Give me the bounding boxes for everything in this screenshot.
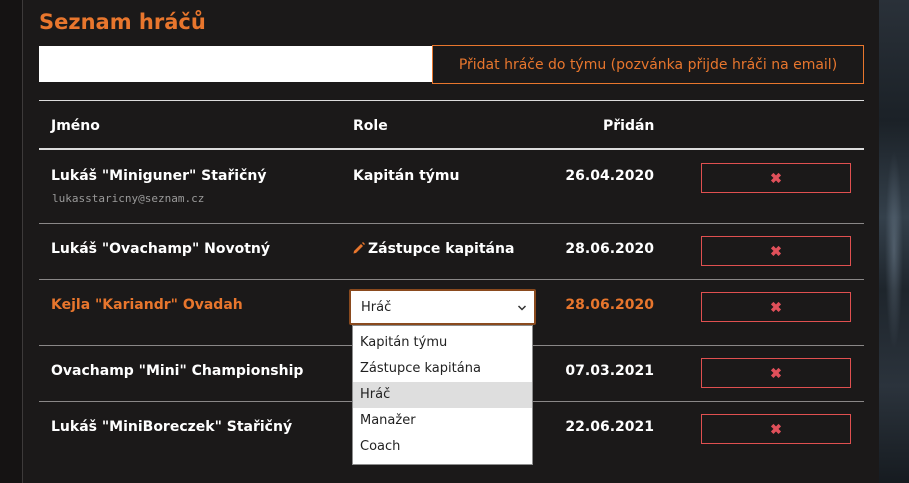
- role-option[interactable]: Manažer: [353, 408, 532, 434]
- close-icon: ✖: [770, 299, 782, 315]
- remove-player-button[interactable]: ✖: [701, 163, 851, 193]
- remove-player-button[interactable]: ✖: [701, 292, 851, 322]
- player-added-date: 07.03.2021: [565, 363, 654, 379]
- player-name: Lukáš "Miniguner" Stařičný: [51, 168, 267, 184]
- close-icon: ✖: [770, 365, 782, 381]
- close-icon: ✖: [770, 170, 782, 186]
- role-option-selected[interactable]: Hráč: [353, 382, 532, 408]
- left-panel-edge: [0, 0, 23, 483]
- add-player-form: Přidat hráče do týmu (pozvánka přijde hr…: [39, 45, 864, 84]
- page-title: Seznam hráčů: [39, 10, 206, 34]
- background-image: [879, 0, 909, 483]
- player-added-date: 22.06.2021: [565, 419, 654, 435]
- player-email-input[interactable]: [39, 46, 432, 82]
- remove-player-button[interactable]: ✖: [701, 236, 851, 266]
- player-name: Lukáš "Ovachamp" Novotný: [51, 241, 270, 257]
- divider: [39, 100, 864, 101]
- role-select[interactable]: Hráč: [349, 289, 536, 325]
- role-option[interactable]: Zástupce kapitána: [353, 356, 532, 382]
- pencil-icon[interactable]: [352, 241, 366, 255]
- close-icon: ✖: [770, 421, 782, 437]
- column-header-added: Přidán: [603, 118, 655, 134]
- player-role: Kapitán týmu: [353, 168, 460, 184]
- role-option[interactable]: Kapitán týmu: [353, 330, 532, 356]
- close-icon: ✖: [770, 243, 782, 259]
- player-added-date: 26.04.2020: [565, 168, 654, 184]
- player-role: Zástupce kapitána: [368, 241, 515, 257]
- player-email: lukasstaricny@seznam.cz: [52, 192, 205, 205]
- player-role-editable[interactable]: Zástupce kapitána: [352, 241, 514, 257]
- row-divider: [39, 279, 864, 280]
- player-added-date: 28.06.2020: [565, 241, 654, 257]
- row-divider: [39, 223, 864, 224]
- column-header-role: Role: [353, 118, 388, 134]
- role-option[interactable]: Coach: [353, 434, 532, 460]
- player-name: Lukáš "MiniBoreczek" Stařičný: [51, 419, 293, 435]
- header-divider: [39, 148, 864, 150]
- remove-player-button[interactable]: ✖: [701, 358, 851, 388]
- role-dropdown-list: Kapitán týmu Zástupce kapitána Hráč Mana…: [352, 325, 533, 465]
- remove-player-button[interactable]: ✖: [701, 414, 851, 444]
- role-select-value: Hráč: [361, 300, 392, 315]
- column-header-name: Jméno: [51, 118, 100, 134]
- player-name: Ovachamp "Mini" Championship: [51, 363, 304, 379]
- add-player-button[interactable]: Přidat hráče do týmu (pozvánka přijde hr…: [432, 45, 864, 84]
- player-added-date: 28.06.2020: [565, 297, 654, 313]
- player-name: Kejla "Kariandr" Ovadah: [51, 297, 243, 313]
- chevron-down-icon: [517, 305, 527, 311]
